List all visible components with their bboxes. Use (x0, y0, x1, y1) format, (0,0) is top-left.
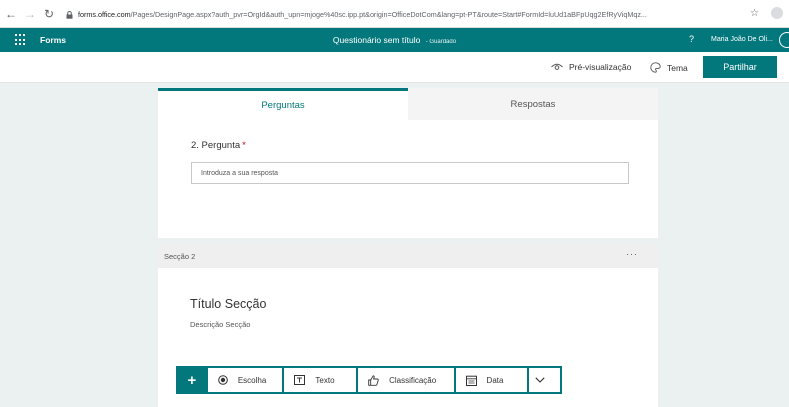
choice-label: Escolha (237, 375, 267, 385)
save-status: - Guardado (425, 39, 457, 45)
browser-profile-icon[interactable] (771, 7, 783, 19)
radio-icon (218, 375, 228, 385)
form-card: Perguntas Respostas 2. Pergunta * Introdu… (158, 88, 658, 238)
rating-label: Classificação (389, 375, 437, 385)
url-path: /Pages/DesignPage.aspx?auth_pvr=OrgId&au… (130, 10, 647, 19)
more-question-types-button[interactable] (529, 368, 560, 392)
text-button[interactable]: Texto (284, 368, 357, 392)
section-description[interactable]: Descrição Secção (190, 320, 250, 329)
avatar[interactable] (779, 32, 789, 48)
share-button[interactable]: Partilhar (703, 56, 777, 78)
tab-questions[interactable]: Perguntas (158, 88, 408, 120)
text-icon (294, 375, 306, 385)
forward-arrow-icon[interactable]: → (22, 6, 38, 22)
address-bar[interactable]: forms.office.com/Pages/DesignPage.aspx?a… (66, 8, 756, 21)
user-name[interactable]: Maria João De Oli... (711, 36, 773, 43)
form-toolbar: Pré-visualização Tema (0, 52, 789, 83)
text-label: Texto (315, 375, 335, 385)
document-title: Questionário sem título - Guardado (0, 35, 789, 45)
document-title-text[interactable]: Questionário sem título (333, 35, 420, 45)
lock-icon (66, 10, 73, 19)
section-header: Secção 2 ··· (158, 244, 658, 268)
preview-button[interactable]: Pré-visualização (551, 62, 631, 72)
chevron-down-icon (535, 377, 545, 383)
choice-button[interactable]: Escolha (207, 368, 283, 392)
theme-button[interactable]: Tema (650, 62, 688, 73)
answer-input[interactable]: Introduza a sua resposta (191, 162, 629, 184)
section-header-label: Secção 2 (164, 251, 196, 261)
date-button[interactable]: Data (455, 368, 528, 392)
app-header: Forms Questionário sem título - Guardado… (0, 28, 789, 52)
rating-button[interactable]: Classificação (358, 368, 454, 392)
palette-icon (650, 62, 661, 73)
question-title[interactable]: 2. Pergunta * (191, 140, 246, 151)
back-arrow-icon[interactable]: ← (3, 6, 19, 22)
eye-icon (551, 63, 563, 70)
theme-label: Tema (667, 62, 688, 73)
browser-toolbar: ← → ↻ forms.office.com/Pages/DesignPage.… (0, 0, 789, 28)
preview-label: Pré-visualização (569, 62, 632, 72)
reload-icon[interactable]: ↻ (41, 6, 57, 22)
required-mark: * (242, 140, 246, 151)
question-text: 2. Pergunta (191, 140, 241, 151)
add-question-button[interactable]: + (176, 366, 208, 394)
tab-responses[interactable]: Respostas (408, 88, 658, 120)
thumbs-up-icon (368, 374, 379, 386)
url-host: forms.office.com (78, 10, 131, 19)
date-label: Data (486, 375, 504, 385)
tab-bar: Perguntas Respostas (158, 88, 658, 120)
add-question-bar: + Escolha Texto Classificação Data (176, 366, 562, 394)
section-title[interactable]: Título Secção (190, 297, 266, 311)
more-options-icon[interactable]: ··· (626, 249, 638, 259)
bookmark-star-icon[interactable]: ☆ (750, 8, 759, 19)
help-icon[interactable]: ? (689, 34, 694, 44)
calendar-icon (465, 375, 477, 386)
